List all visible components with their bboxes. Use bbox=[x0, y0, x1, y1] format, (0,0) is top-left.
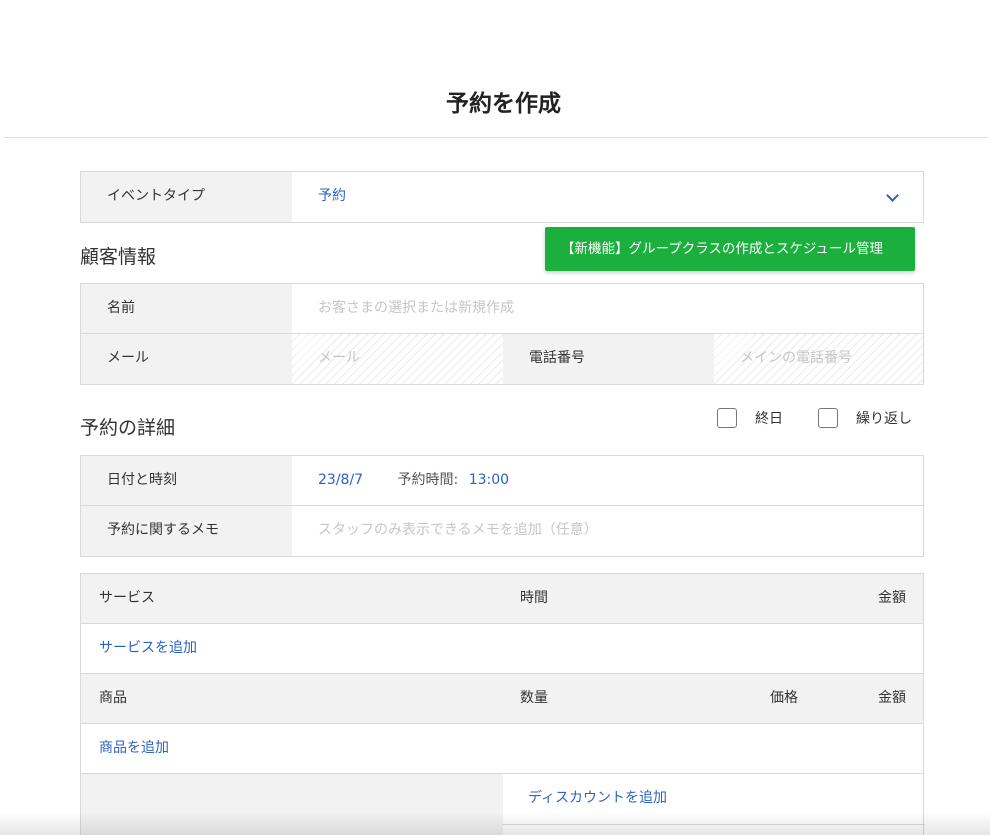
page-title: 予約を作成 bbox=[446, 91, 561, 117]
memo-row: 予約に関するメモ スタッフのみ表示できるメモを追加（任意） bbox=[81, 506, 923, 556]
phone-label: 電話番号 bbox=[503, 334, 714, 384]
name-input[interactable]: お客さまの選択または新規作成 bbox=[292, 284, 923, 333]
appointment-details-form: 日付と時刻 23/8/7 予約時間: 13:00 予約に関するメモ スタッフのみ… bbox=[80, 455, 924, 557]
title-divider bbox=[4, 137, 988, 138]
phone-input[interactable]: メインの電話番号 bbox=[714, 334, 923, 384]
services-products-table: サービス 時間 金額 サービスを追加 商品 数量 価格 金額 商品を追加 ディス… bbox=[80, 573, 925, 835]
event-type-label: イベントタイプ bbox=[81, 172, 292, 222]
time-prefix: 予約時間: bbox=[397, 472, 459, 488]
create-appointment-page: 予約を作成 イベントタイプ 予約 顧客情報 名前 お客さまの選択または新規作成 … bbox=[0, 0, 990, 835]
memo-input[interactable]: スタッフのみ表示できるメモを追加（任意） bbox=[292, 506, 923, 556]
all-day-label: 終日 bbox=[755, 411, 783, 427]
event-type-value[interactable]: 予約 bbox=[292, 172, 923, 222]
customer-section-title: 顧客情報 bbox=[80, 246, 157, 268]
product-header-row: 商品 数量 価格 金額 bbox=[81, 674, 923, 724]
name-row: 名前 お客さまの選択または新規作成 bbox=[81, 284, 923, 334]
datetime-row: 日付と時刻 23/8/7 予約時間: 13:00 bbox=[81, 456, 923, 506]
product-header: 商品 bbox=[99, 690, 127, 706]
datetime-label: 日付と時刻 bbox=[81, 456, 292, 505]
new-feature-tooltip[interactable]: 【新機能】グループクラスの作成とスケジュール管理 bbox=[545, 227, 915, 271]
customer-info-form: 名前 お客さまの選択または新規作成 メール メール 電話番号 メインの電話番号 bbox=[80, 283, 924, 385]
amount-header-products: 金額 bbox=[878, 690, 906, 706]
email-input[interactable]: メール bbox=[292, 334, 503, 384]
bottom-scroll-shadow bbox=[0, 812, 990, 835]
repeat-checkbox-box[interactable] bbox=[818, 408, 838, 428]
repeat-checkbox[interactable]: 繰り返し bbox=[818, 406, 912, 430]
all-day-checkbox-box[interactable] bbox=[717, 408, 737, 428]
quantity-header: 数量 bbox=[520, 690, 548, 706]
datetime-value[interactable]: 23/8/7 予約時間: 13:00 bbox=[292, 456, 923, 505]
time-value[interactable]: 13:00 bbox=[469, 472, 509, 488]
price-header: 価格 bbox=[770, 690, 798, 706]
add-product-row: 商品を追加 bbox=[81, 724, 923, 774]
service-header: サービス bbox=[99, 590, 155, 606]
add-service-row: サービスを追加 bbox=[81, 624, 923, 674]
all-day-checkbox[interactable]: 終日 bbox=[717, 406, 783, 430]
repeat-label: 繰り返し bbox=[856, 411, 912, 427]
time-header: 時間 bbox=[520, 590, 548, 606]
memo-label: 予約に関するメモ bbox=[81, 506, 292, 556]
name-label: 名前 bbox=[81, 284, 292, 333]
add-product-link[interactable]: 商品を追加 bbox=[99, 724, 169, 773]
email-label: メール bbox=[81, 334, 292, 384]
amount-header: 金額 bbox=[878, 590, 906, 606]
event-type-select[interactable]: イベントタイプ 予約 bbox=[80, 171, 924, 223]
add-service-link[interactable]: サービスを追加 bbox=[99, 624, 197, 673]
date-value[interactable]: 23/8/7 bbox=[318, 472, 363, 488]
service-header-row: サービス 時間 金額 bbox=[81, 574, 923, 624]
contact-row: メール メール 電話番号 メインの電話番号 bbox=[81, 334, 923, 384]
details-section-title: 予約の詳細 bbox=[80, 417, 176, 439]
